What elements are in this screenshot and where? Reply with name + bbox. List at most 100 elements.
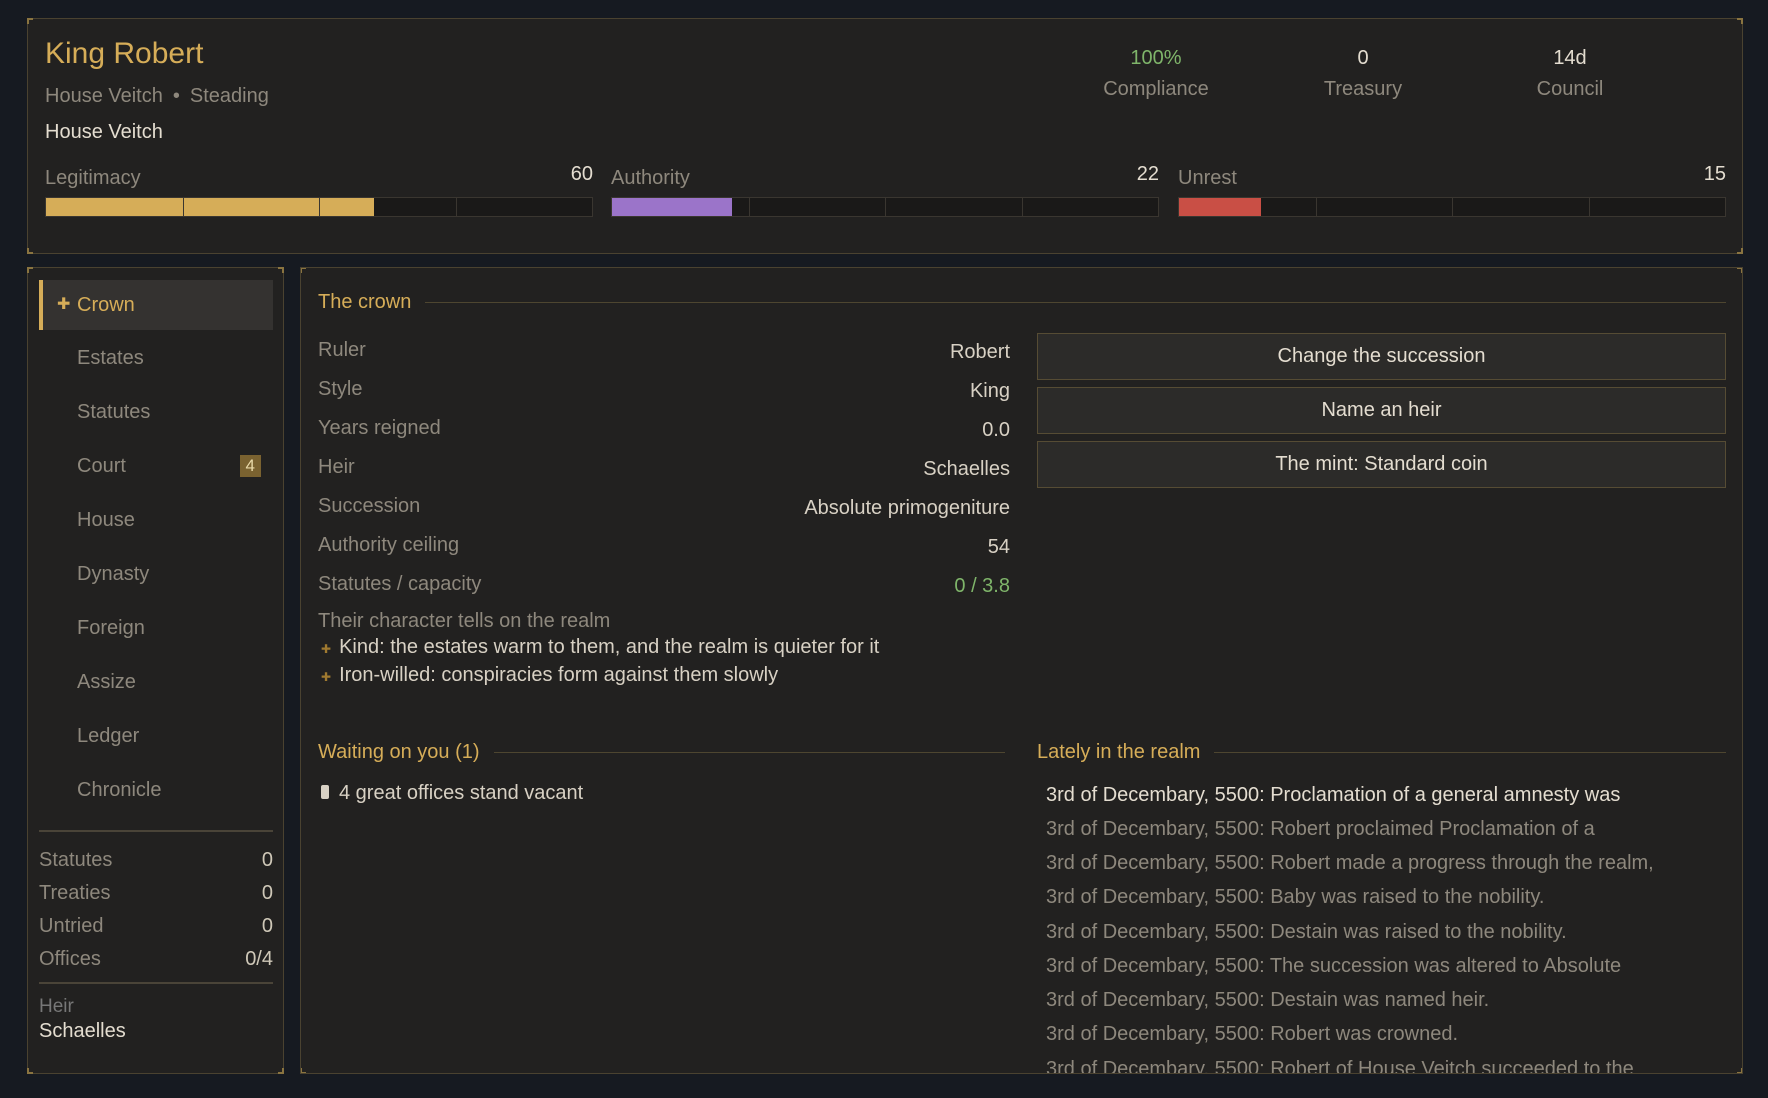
row-key: Authority ceiling <box>318 534 460 556</box>
log-entry: 3rd of Decembary, 5500: Destain was rais… <box>1046 921 1567 943</box>
main-content: The crown Ruler Robert Style King Years re… <box>300 267 1743 1074</box>
meter-tick <box>1021 198 1023 216</box>
sidebar-item-dynasty[interactable]: Dynasty <box>39 549 273 599</box>
sidebar-stat-offices: Offices 0/4 <box>39 948 273 971</box>
section-title-text: Lately in the realm <box>1037 741 1201 763</box>
heir-value: Schaelles <box>39 1020 126 1042</box>
sidebar-stat-treaties: Treaties 0 <box>39 882 273 905</box>
crown-icon: ✚ <box>57 296 71 313</box>
sidebar-stat-label: Statutes <box>39 849 113 871</box>
stat-treasury: 0 Treasury <box>1273 47 1453 101</box>
court-count-badge: 4 <box>239 455 261 477</box>
meter-unrest-value: 15 <box>1703 163 1726 185</box>
meter-fill <box>612 198 733 216</box>
sidebar-item-label: House <box>77 509 135 531</box>
log-entry: 3rd of Decembary, 5500: Robert made a pr… <box>1046 852 1654 874</box>
row-key: Style <box>318 378 363 400</box>
log-entry: 3rd of Decembary, 5500: Destain was name… <box>1046 989 1490 1011</box>
meter-tick <box>1588 198 1590 216</box>
sidebar-item-court[interactable]: Court 4 <box>39 441 273 491</box>
crown-row-succession: Succession Absolute primogeniture <box>318 495 1010 519</box>
section-title-text: Waiting on you (1) <box>318 741 480 763</box>
sidebar-divider <box>39 830 273 832</box>
log-entry: 3rd of Decembary, 5500: Robert was crown… <box>1046 1023 1459 1045</box>
log-entry: 3rd of Decembary, 5500: Baby was raised … <box>1046 886 1545 908</box>
sidebar-stat-label: Offices <box>39 948 101 970</box>
sidebar-item-foreign[interactable]: Foreign <box>39 603 273 653</box>
section-title-waiting: Waiting on you (1) <box>318 741 1005 764</box>
crown-row-style: Style King <box>318 378 1010 402</box>
title-rule <box>1214 752 1726 753</box>
row-value: Absolute primogeniture <box>804 497 1010 519</box>
sidebar-stat-value: 0 <box>261 882 273 904</box>
stat-treasury-value: 0 <box>1357 47 1369 69</box>
trait-text: Kind: the estates warm to them, and the … <box>339 636 880 658</box>
trait-item: ✚ Iron-willed: conspiracies form against … <box>321 664 778 687</box>
crown-row-statutes-capacity: Statutes / capacity 0 / 3.8 <box>318 573 1010 597</box>
sidebar-item-crown[interactable]: ✚ Crown <box>39 280 273 330</box>
sidebar: ✚ Crown Estates Statutes Court 4 House D… <box>27 267 284 1074</box>
meter-legitimacy-label: Legitimacy <box>45 167 141 189</box>
meter-authority-value: 22 <box>1136 163 1159 185</box>
trait-item: ✚ Kind: the estates warm to them, and the… <box>321 636 879 659</box>
sidebar-stat-value: 0 <box>261 915 273 937</box>
sidebar-item-statutes[interactable]: Statutes <box>39 387 273 437</box>
bullet-icon: ✚ <box>321 670 332 684</box>
bullet-icon <box>321 785 329 799</box>
section-title-lately: Lately in the realm <box>1037 741 1726 764</box>
sidebar-item-chronicle[interactable]: Chronicle <box>39 765 273 815</box>
meter-fill <box>46 198 374 216</box>
row-key: Ruler <box>318 339 366 361</box>
ruler-title: King Robert <box>45 37 204 70</box>
meter-unrest: Unrest 15 <box>1178 163 1726 217</box>
heir-label: Heir <box>39 996 74 1017</box>
crown-row-heir: Heir Schaelles <box>318 456 1010 480</box>
log-entry: 3rd of Decembary, 5500: The succession w… <box>1046 955 1622 977</box>
traits-heading: Their character tells on the realm <box>318 610 611 630</box>
sidebar-item-house[interactable]: House <box>39 495 273 545</box>
meter-tick <box>1452 198 1453 216</box>
stat-compliance: 100% Compliance <box>1066 47 1246 101</box>
ruler-seat: Steading <box>189 85 269 107</box>
sidebar-item-label: Statutes <box>77 401 151 423</box>
sidebar-item-estates[interactable]: Estates <box>39 333 273 383</box>
meter-legitimacy: Legitimacy 60 <box>45 163 593 217</box>
sidebar-item-label: Chronicle <box>77 779 162 801</box>
sidebar-divider <box>39 982 273 984</box>
row-key: Statutes / capacity <box>318 573 482 595</box>
separator-dot: • <box>172 85 180 107</box>
trait-text: Iron-willed: conspiracies form against t… <box>339 664 779 686</box>
mint-button[interactable]: The mint: Standard coin <box>1037 441 1726 488</box>
ruler-subtitle: House Veitch • Steading <box>45 85 269 108</box>
meter-tick <box>455 198 457 216</box>
meter-tick <box>319 198 320 216</box>
meter-legitimacy-value: 60 <box>570 163 593 185</box>
sidebar-item-label: Foreign <box>77 617 145 639</box>
sidebar-stat-value: 0/4 <box>245 948 273 970</box>
house-line: House Veitch <box>45 121 163 143</box>
section-title-text: The crown <box>318 291 412 313</box>
meter-authority-bar <box>611 197 1159 217</box>
sidebar-item-label: Court <box>77 455 126 477</box>
row-key: Heir <box>318 456 355 478</box>
sidebar-stat-statutes: Statutes 0 <box>39 849 273 872</box>
sidebar-item-label: Dynasty <box>77 563 150 585</box>
bullet-icon: ✚ <box>321 642 332 656</box>
sidebar-item-assize[interactable]: Assize <box>39 657 273 707</box>
change-succession-button[interactable]: Change the succession <box>1037 333 1726 380</box>
waiting-item[interactable]: 4 great offices stand vacant <box>321 782 583 805</box>
title-rule <box>425 302 1726 303</box>
meter-tick <box>885 198 886 216</box>
crown-row-years: Years reigned 0.0 <box>318 417 1010 441</box>
row-key: Years reigned <box>318 417 441 439</box>
name-heir-button[interactable]: Name an heir <box>1037 387 1726 434</box>
row-value: 54 <box>987 536 1010 558</box>
meter-fill <box>1179 198 1261 216</box>
crown-row-ruler: Ruler Robert <box>318 339 1010 363</box>
meter-authority-label: Authority <box>611 167 690 189</box>
meter-tick <box>1315 198 1317 216</box>
row-value: 0.0 <box>982 419 1010 441</box>
stat-council-label: Council <box>1536 78 1604 100</box>
stat-treasury-label: Treasury <box>1323 78 1403 100</box>
sidebar-item-ledger[interactable]: Ledger <box>39 711 273 761</box>
